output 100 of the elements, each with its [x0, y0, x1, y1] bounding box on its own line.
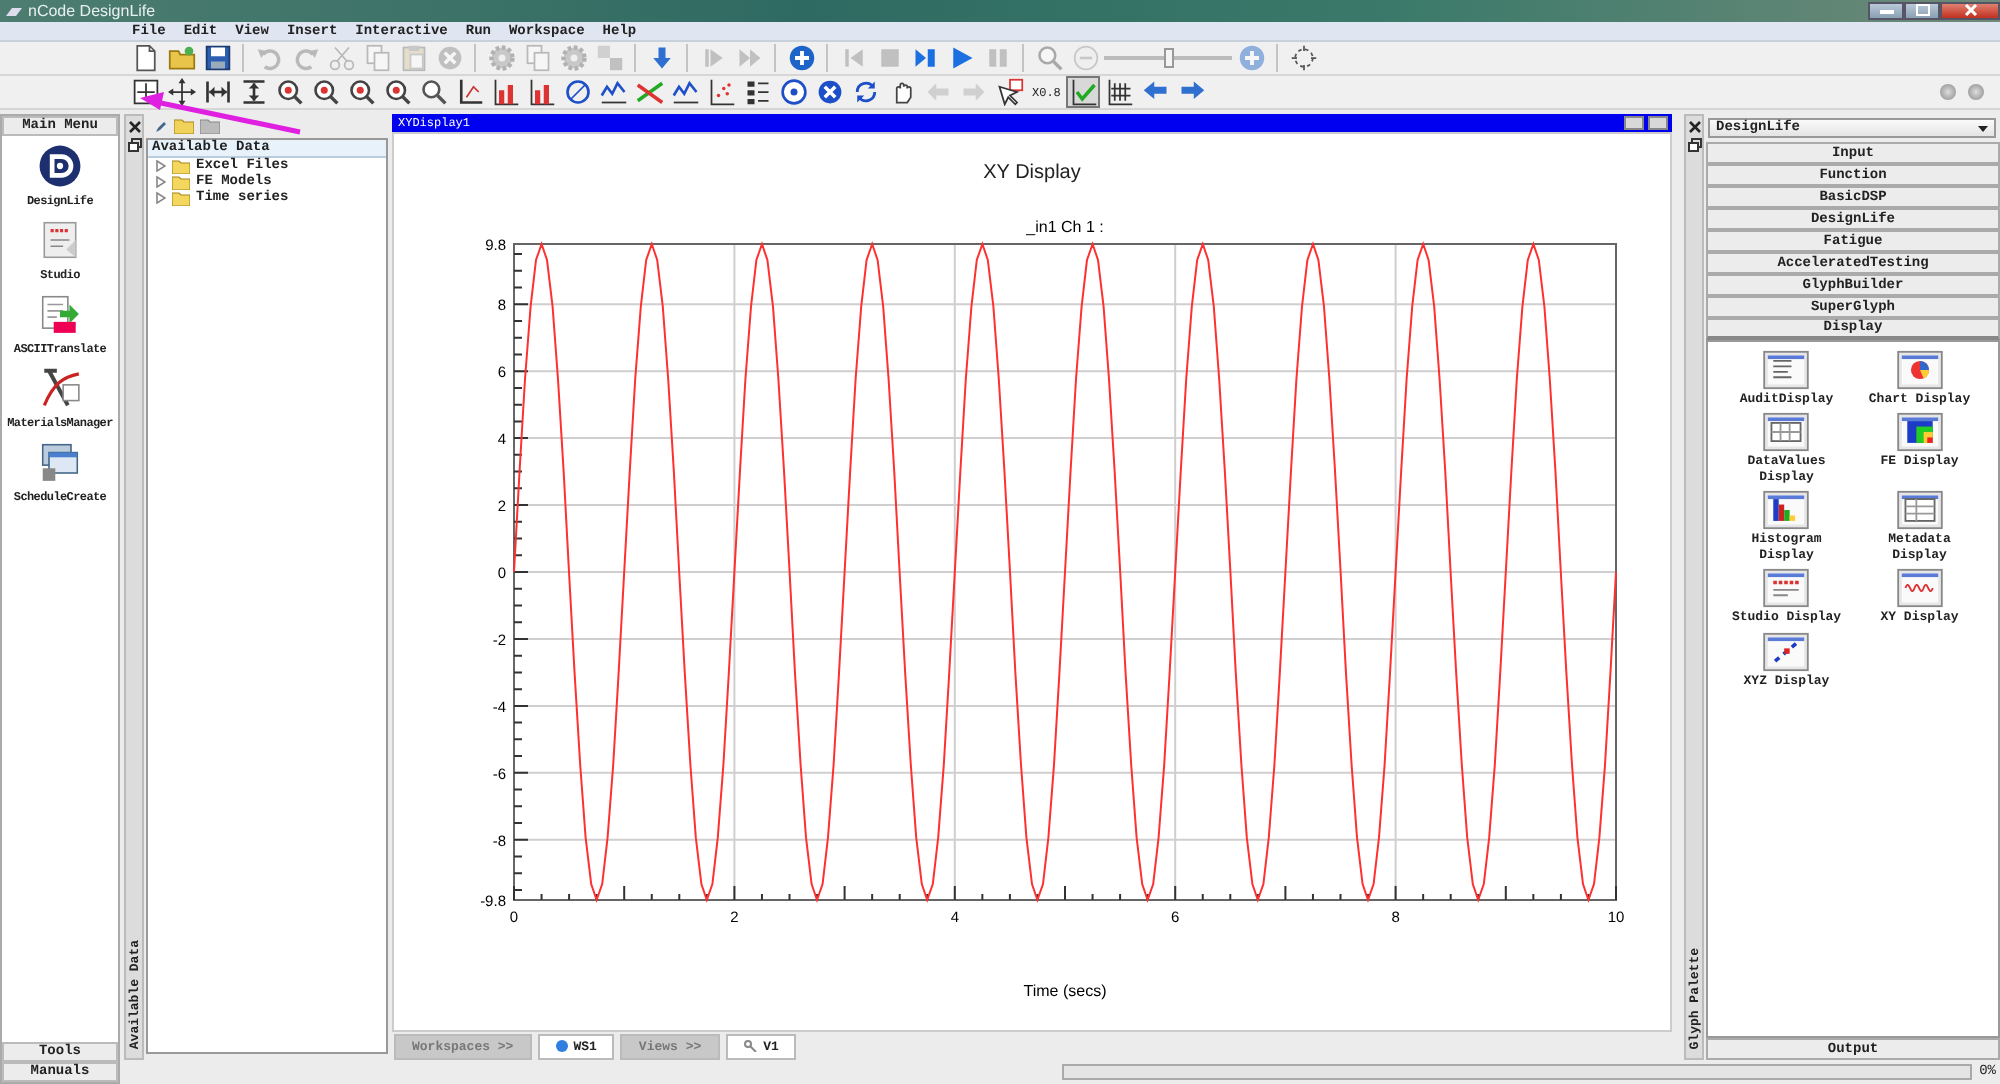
dropdown-arrow-icon — [1978, 125, 1988, 131]
floppy-icon — [203, 44, 231, 72]
axis-title: Time (secs) — [1023, 982, 1107, 1001]
bar-chart-icon — [491, 78, 519, 106]
zoom-slider[interactable] — [1104, 48, 1232, 68]
chart-title: _in1 Ch 1 : — [1026, 218, 1104, 237]
caret-icon[interactable] — [156, 192, 166, 204]
left-arrow-icon — [923, 78, 951, 106]
curve-icon — [38, 366, 82, 410]
pencil-icon[interactable] — [154, 119, 168, 133]
zoom-button[interactable] — [272, 76, 306, 108]
close-button[interactable] — [1940, 1, 2000, 19]
axis-icon — [455, 78, 483, 106]
zoom-icon — [275, 78, 303, 106]
zoom-icon — [383, 78, 411, 106]
zoom-button[interactable] — [344, 76, 378, 108]
circle-button[interactable] — [560, 76, 594, 108]
sheet-icon — [1762, 568, 1811, 609]
bar-chart-icon — [527, 78, 555, 106]
refresh-icon — [851, 78, 879, 106]
close-icon[interactable] — [1687, 120, 1701, 134]
right-arrow-icon — [959, 78, 987, 106]
gear-icon — [487, 44, 515, 72]
check-chart-icon — [1069, 78, 1098, 106]
scatter-icon — [707, 78, 735, 106]
circle-icon — [779, 78, 807, 106]
move-icon — [167, 78, 195, 106]
line-chart-button[interactable] — [668, 76, 702, 108]
minimize-button[interactable] — [1868, 1, 1904, 19]
cursor-icon — [995, 78, 1023, 106]
scatter-icon — [1762, 631, 1811, 672]
search-button[interactable] — [416, 76, 450, 108]
minus-circle-icon — [1071, 44, 1099, 72]
plus-circle-icon — [787, 44, 815, 72]
line-chart-icon — [635, 78, 663, 106]
scissors-icon — [327, 44, 355, 72]
zoom-icon — [347, 78, 375, 106]
plus-circle-icon — [1237, 44, 1265, 72]
table-icon — [1105, 78, 1134, 106]
zoom-button[interactable] — [308, 76, 342, 108]
float-icon[interactable] — [1687, 138, 1701, 152]
first-icon — [839, 44, 867, 72]
float-icon[interactable] — [127, 138, 141, 152]
crosshair-icon — [1289, 44, 1317, 72]
close-icon[interactable] — [127, 120, 141, 134]
circle-icon — [563, 78, 591, 106]
app-icon — [6, 5, 22, 17]
folder-button[interactable] — [164, 42, 198, 74]
restore-button[interactable] — [1624, 116, 1644, 131]
caret-icon[interactable] — [156, 176, 166, 188]
maximize-button[interactable] — [1904, 1, 1940, 19]
slider-thumb[interactable] — [1164, 48, 1174, 68]
folder-icon — [167, 44, 195, 72]
move-button[interactable] — [164, 76, 198, 108]
redo-icon — [291, 44, 319, 72]
pause-icon — [983, 44, 1011, 72]
search-icon — [1035, 44, 1063, 72]
stop-icon — [875, 44, 903, 72]
zoom-button[interactable] — [380, 76, 414, 108]
document-icon — [131, 44, 159, 72]
circle-button[interactable] — [776, 76, 810, 108]
check-chart-button[interactable] — [1066, 76, 1101, 108]
plus-circle-button[interactable] — [784, 42, 818, 74]
table-icon — [1895, 490, 1944, 531]
step-icon — [911, 44, 939, 72]
zoom-icon — [311, 78, 339, 106]
display-title: XY Display — [981, 160, 1083, 189]
crosshair-button[interactable] — [1286, 42, 1320, 74]
line-chart-icon — [671, 78, 699, 106]
maximize-icon — [1915, 4, 1929, 16]
search-icon — [419, 78, 447, 106]
line-chart-icon — [599, 78, 627, 106]
key-icon — [743, 1040, 758, 1053]
close-circle-icon — [815, 78, 843, 106]
wave-icon — [1895, 568, 1944, 609]
transfer-icon — [595, 44, 623, 72]
undo-icon — [255, 44, 283, 72]
width-icon — [203, 78, 231, 106]
list-icon — [1762, 350, 1811, 390]
close-circle-icon — [435, 44, 463, 72]
color-map-icon — [1895, 412, 1944, 453]
width-button[interactable] — [200, 76, 234, 108]
table-icon — [1762, 412, 1811, 453]
line-chart-button[interactable] — [596, 76, 630, 108]
histogram-icon — [1762, 490, 1811, 531]
legend-icon — [743, 78, 771, 106]
copy-icon — [523, 44, 551, 72]
skip-icon — [699, 44, 727, 72]
gear-icon — [559, 44, 587, 72]
floppy-button[interactable] — [200, 42, 234, 74]
document-arrow-icon — [38, 292, 82, 336]
sheet-icon — [38, 218, 82, 262]
height-icon — [239, 78, 267, 106]
globe-icon — [555, 1040, 568, 1053]
logo-icon — [37, 144, 82, 188]
maximize-button[interactable] — [1648, 116, 1668, 131]
windows-icon — [38, 440, 82, 484]
window-title: nCode DesignLife — [28, 2, 156, 20]
caret-icon[interactable] — [156, 160, 166, 172]
pie-chart-icon — [1895, 350, 1944, 390]
